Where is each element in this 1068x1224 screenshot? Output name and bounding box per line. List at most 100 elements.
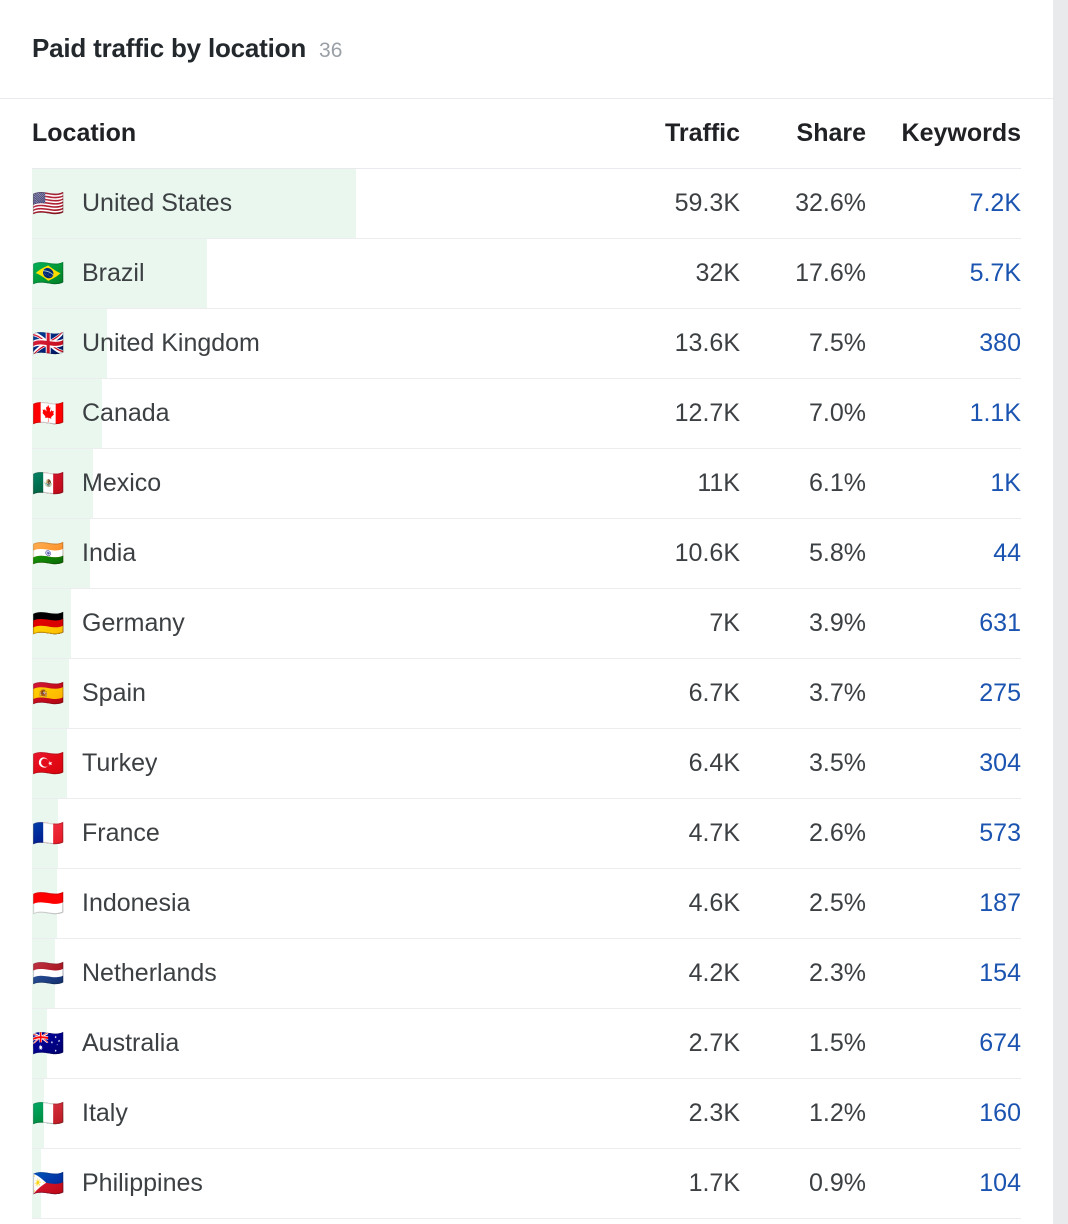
table-row[interactable]: 🇦🇺Australia2.7K1.5%674 [32,1009,1021,1079]
cell-keywords: 1K [866,469,1021,498]
cell-share: 3.9% [740,609,866,638]
cell-keywords: 380 [866,329,1021,358]
table-body: 🇺🇸United States59.3K32.6%7.2K🇧🇷Brazil32K… [32,169,1021,1219]
keywords-link[interactable]: 631 [979,609,1021,637]
location-name: Germany [82,609,185,638]
keywords-link[interactable]: 1.1K [970,399,1021,427]
table-row[interactable]: 🇧🇷Brazil32K17.6% 5.7K [32,239,1021,309]
location-name: Australia [82,1029,179,1058]
flag-mexico-icon: 🇲🇽 [32,469,62,499]
cell-location: 🇬🇧United Kingdom [32,329,575,359]
cell-keywords: 187 [866,889,1021,918]
table-row[interactable]: 🇨🇦Canada12.7K7.0%1.1K [32,379,1021,449]
cell-traffic: 7K [575,609,740,638]
location-name: India [82,539,136,568]
cell-location: 🇦🇺 Australia [32,1029,575,1059]
table-row[interactable]: 🇹🇷Turkey6.4K3.5%304 [32,729,1021,799]
flag-france-icon: 🇫🇷 [32,819,62,849]
table-row[interactable]: 🇺🇸United States59.3K32.6%7.2K [32,169,1021,239]
column-header-share[interactable]: Share [740,119,866,148]
flag-netherlands-icon: 🇳🇱 [32,959,62,989]
card-title-row: Paid traffic by location 36 [32,33,1021,63]
table-row[interactable]: 🇫🇷France4.7K2.6%573 [32,799,1021,869]
vertical-scrollbar[interactable] [1053,0,1068,1224]
flag-italy-icon: 🇮🇹 [32,1099,62,1129]
cell-location: 🇧🇷Brazil [32,259,575,289]
keywords-link[interactable]: 275 [979,679,1021,707]
table-row[interactable]: 🇬🇧United Kingdom13.6K7.5% 380 [32,309,1021,379]
flag-brazil-icon: 🇧🇷 [32,259,62,289]
cell-location: 🇺🇸United States [32,189,575,219]
cell-keywords: 160 [866,1099,1021,1128]
table-row[interactable]: 🇩🇪 Germany 7K3.9% 631 [32,589,1021,659]
table-row[interactable]: 🇵🇭Philippines1.7K0.9%104 [32,1149,1021,1219]
keywords-link[interactable]: 5.7K [970,259,1021,287]
location-name: Mexico [82,469,161,498]
cell-share: 2.5% [740,889,866,918]
location-count-badge: 36 [319,39,342,63]
table-row[interactable]: 🇮🇹Italy2.3K1.2%160 [32,1079,1021,1149]
cell-keywords: 104 [866,1169,1021,1198]
table-row[interactable]: 🇮🇩Indonesia4.6K2.5% 187 [32,869,1021,939]
cell-location: 🇩🇪 Germany [32,609,575,639]
table-row[interactable]: 🇮🇳 India 10.6K5.8% 44 [32,519,1021,589]
cell-traffic: 13.6K [575,329,740,358]
flag-germany-icon: 🇩🇪 [32,609,62,639]
keywords-link[interactable]: 187 [979,889,1021,917]
table-row[interactable]: 🇪🇸Spain6.7K3.7%275 [32,659,1021,729]
cell-share: 3.7% [740,679,866,708]
cell-share: 7.5% [740,329,866,358]
cell-traffic: 12.7K [575,399,740,428]
flag-united-kingdom-icon: 🇬🇧 [32,329,62,359]
keywords-link[interactable]: 44 [993,539,1021,567]
table-row[interactable]: 🇳🇱Netherlands4.2K2.3%154 [32,939,1021,1009]
flag-australia-icon: 🇦🇺 [32,1029,62,1059]
cell-keywords: 275 [866,679,1021,708]
location-name: France [82,819,160,848]
column-header-location-label: Location [32,119,136,148]
cell-location: 🇹🇷Turkey [32,749,575,779]
cell-location: 🇵🇭Philippines [32,1169,575,1199]
column-header-location[interactable]: Location [32,119,575,148]
cell-traffic: 6.7K [575,679,740,708]
cell-keywords: 44 [866,539,1021,568]
cell-location: 🇮🇩Indonesia [32,889,575,919]
keywords-link[interactable]: 7.2K [970,189,1021,217]
flag-india-icon: 🇮🇳 [32,539,62,569]
cell-traffic: 10.6K [575,539,740,568]
cell-keywords: 1.1K [866,399,1021,428]
flag-canada-icon: 🇨🇦 [32,399,62,429]
card-header: Paid traffic by location 36 [0,0,1053,98]
table-row[interactable]: 🇲🇽Mexico11K6.1%1K [32,449,1021,519]
keywords-link[interactable]: 304 [979,749,1021,777]
keywords-link[interactable]: 104 [979,1169,1021,1197]
cell-share: 3.5% [740,749,866,778]
cell-keywords: 573 [866,819,1021,848]
paid-traffic-table: Location Traffic Share Keywords 🇺🇸United… [0,98,1053,1219]
column-header-keywords[interactable]: Keywords [866,119,1021,148]
cell-share: 17.6% [740,259,866,288]
cell-share: 0.9% [740,1169,866,1198]
keywords-link[interactable]: 1K [990,469,1021,497]
cell-keywords: 7.2K [866,189,1021,218]
keywords-link[interactable]: 380 [979,329,1021,357]
cell-location: 🇮🇳 India [32,539,575,569]
location-name: Italy [82,1099,128,1128]
cell-keywords: 5.7K [866,259,1021,288]
cell-location: 🇨🇦 Canada [32,399,575,429]
cell-traffic: 32K [575,259,740,288]
location-name: Canada [82,399,170,428]
column-header-traffic[interactable]: Traffic [575,119,740,148]
cell-traffic: 4.6K [575,889,740,918]
flag-indonesia-icon: 🇮🇩 [32,889,62,919]
keywords-link[interactable]: 573 [979,819,1021,847]
keywords-link[interactable]: 160 [979,1099,1021,1127]
location-name: Turkey [82,749,157,778]
table-header-row: Location Traffic Share Keywords [32,99,1021,169]
cell-share: 6.1% [740,469,866,498]
cell-share: 5.8% [740,539,866,568]
keywords-link[interactable]: 674 [979,1029,1021,1057]
cell-location: 🇳🇱Netherlands [32,959,575,989]
keywords-link[interactable]: 154 [979,959,1021,987]
cell-traffic: 59.3K [575,189,740,218]
